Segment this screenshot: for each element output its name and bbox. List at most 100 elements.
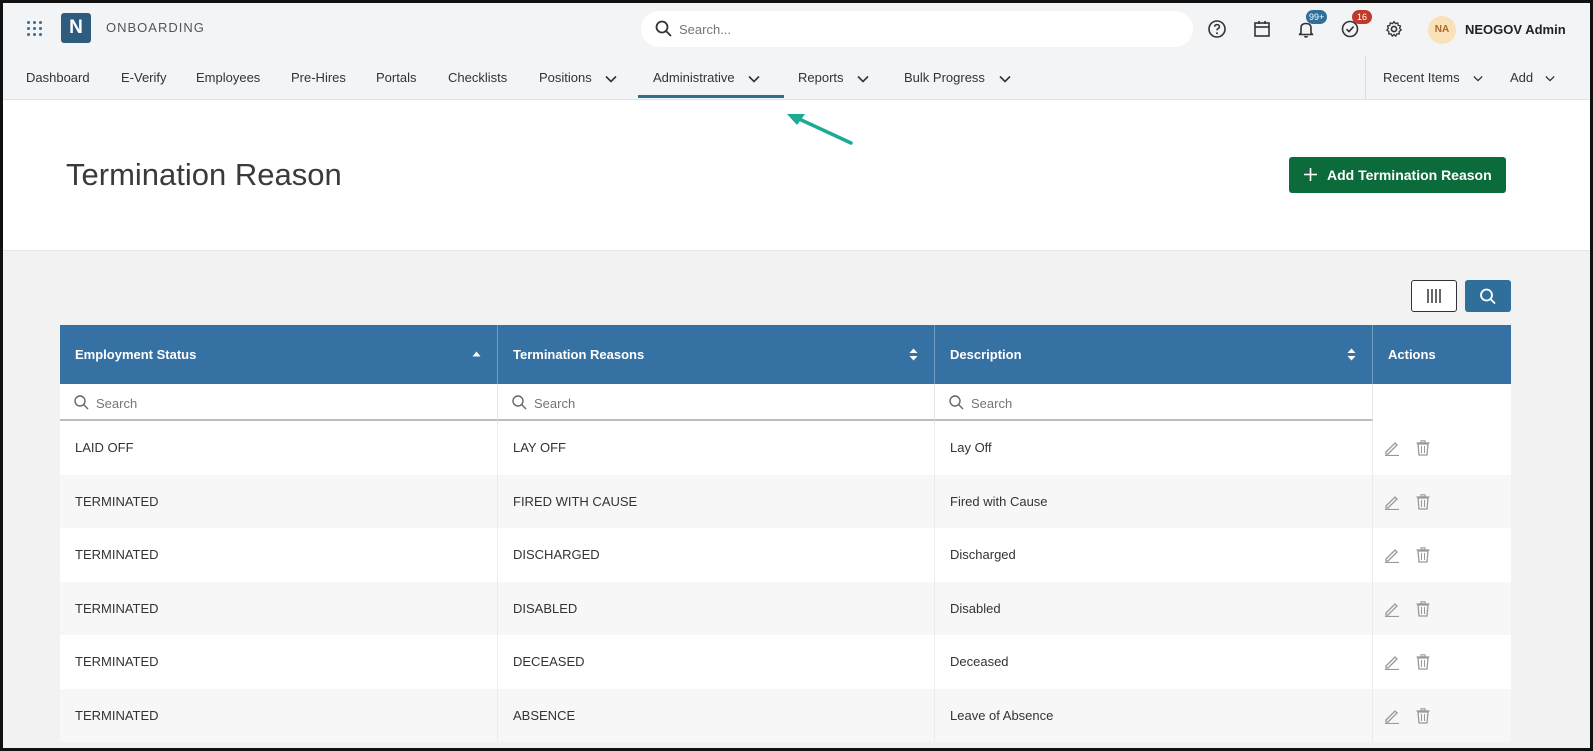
table-search-button[interactable] [1465,280,1511,312]
chevron-down-icon [998,75,1011,83]
edit-icon[interactable] [1384,654,1400,670]
filter-description[interactable] [935,384,1373,421]
termination-reasons-table: Employment Status Termination Reasons De… [60,325,1511,742]
trash-icon[interactable] [1416,707,1430,724]
cell-reason: DISABLED [498,581,935,635]
nav-label: Dashboard [26,70,90,85]
chevron-down-icon [748,75,760,83]
chevron-down-icon [857,75,869,83]
header-label: Employment Status [75,347,197,362]
header-label: Termination Reasons [513,347,645,362]
avatar[interactable]: NA [1428,16,1456,44]
cell-description: Fired with Cause [935,474,1373,528]
help-icon[interactable] [1207,19,1227,39]
calendar-icon[interactable] [1252,19,1272,39]
user-name[interactable]: NEOGOV Admin [1465,22,1566,37]
filter-termination-reasons[interactable] [498,384,935,421]
search-icon [74,395,89,410]
table-row: TERMINATED FIRED WITH CAUSE Fired with C… [60,474,1511,528]
cell-description: Deceased [935,635,1373,689]
cell-status: TERMINATED [60,688,498,742]
nav-pre-hires[interactable]: Pre-Hires [291,70,346,85]
table-row: LAID OFF LAY OFF Lay Off [60,421,1511,475]
cell-reason: LAY OFF [498,421,935,475]
chevron-down-icon [1473,76,1483,82]
gear-icon[interactable] [1384,19,1404,39]
nav-employees[interactable]: Employees [196,70,260,85]
cell-status: LAID OFF [60,421,498,475]
nav-label: E-Verify [121,70,167,85]
edit-icon[interactable] [1384,547,1400,563]
nav-e-verify[interactable]: E-Verify [121,70,167,85]
cell-description: Leave of Absence [935,688,1373,742]
chevron-down-icon [605,75,617,83]
nav-dashboard[interactable]: Dashboard [26,70,90,85]
cell-description: Lay Off [935,421,1373,475]
nav-add[interactable]: Add [1510,70,1555,85]
app-title: ONBOARDING [106,20,205,35]
app-logo[interactable]: N [61,13,91,43]
page-title: Termination Reason [66,157,342,192]
nav-bulk-progress[interactable]: Bulk Progress [904,70,1011,85]
columns-button[interactable] [1411,280,1457,312]
nav-label: Portals [376,70,417,85]
header-employment-status[interactable]: Employment Status [60,325,498,384]
trash-icon[interactable] [1416,440,1430,456]
main-nav: Dashboard E-Verify Employees Pre-Hires P… [3,56,1590,100]
filter-termination-reasons-input[interactable] [534,394,834,412]
top-bar: N ONBOARDING 99+ [3,3,1590,56]
filter-employment-status-input[interactable] [96,394,396,412]
app-window: N ONBOARDING 99+ [0,0,1593,751]
cell-description: Discharged [935,528,1373,582]
cell-reason: DISCHARGED [498,528,935,582]
table-row: TERMINATED DECEASED Deceased [60,635,1511,689]
cell-reason: ABSENCE [498,688,935,742]
nav-label: Recent Items [1383,70,1460,85]
nav-checklists[interactable]: Checklists [448,70,507,85]
cell-description: Disabled [935,581,1373,635]
search-icon [1480,288,1496,304]
add-termination-reason-button[interactable]: Add Termination Reason [1289,157,1506,193]
trash-icon[interactable] [1416,547,1430,563]
edit-icon[interactable] [1384,494,1400,510]
filter-row [60,384,1511,421]
nav-portals[interactable]: Portals [376,70,416,85]
search-icon [949,395,964,410]
nav-positions[interactable]: Positions [539,70,617,85]
nav-label: Positions [539,70,592,85]
nav-reports[interactable]: Reports [798,70,869,85]
header-termination-reasons[interactable]: Termination Reasons [498,325,935,384]
sort-icon [1347,348,1356,361]
header-label: Actions [1388,347,1436,362]
header-description[interactable]: Description [935,325,1373,384]
table-row: TERMINATED DISABLED Disabled [60,581,1511,635]
cell-status: TERMINATED [60,528,498,582]
trash-icon[interactable] [1416,600,1430,617]
nav-label: Reports [798,70,844,85]
search-icon [655,20,672,37]
edit-icon[interactable] [1384,708,1400,724]
nav-label: Bulk Progress [904,70,985,85]
sort-ascending-icon [472,351,481,357]
nav-recent-items[interactable]: Recent Items [1383,70,1483,85]
nav-administrative[interactable]: Administrative [653,70,760,85]
edit-icon[interactable] [1384,601,1400,617]
notifications-badge: 99+ [1306,10,1328,24]
global-search[interactable] [641,11,1193,47]
tasks-button[interactable]: 16 [1340,10,1372,39]
table-header: Employment Status Termination Reasons De… [60,325,1511,384]
cell-status: TERMINATED [60,581,498,635]
tasks-badge: 16 [1352,10,1372,24]
trash-icon[interactable] [1416,493,1430,510]
filter-employment-status[interactable] [60,384,498,421]
filter-description-input[interactable] [971,394,1271,412]
global-search-input[interactable] [679,19,1159,39]
apps-grid-icon[interactable] [27,21,43,37]
annotation-arrow-icon [787,114,853,145]
notifications-button[interactable]: 99+ [1296,10,1328,39]
content-area: Employment Status Termination Reasons De… [3,250,1590,748]
table-row: TERMINATED ABSENCE Leave of Absence [60,688,1511,742]
search-icon [512,395,527,410]
trash-icon[interactable] [1416,654,1430,670]
edit-icon[interactable] [1384,440,1400,456]
